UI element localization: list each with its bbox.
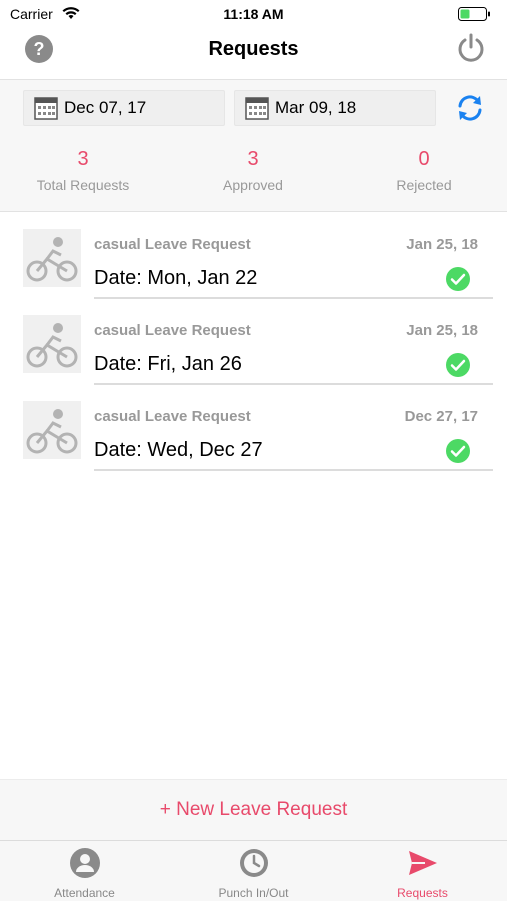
stat-label: Total Requests bbox=[36, 177, 130, 193]
stat-total-requests: 3 Total Requests bbox=[0, 148, 168, 193]
list-item[interactable]: casual Leave Request Dec 27, 17 Date: We… bbox=[0, 385, 507, 471]
clock-time: 11:18 AM bbox=[223, 6, 284, 22]
status-bar: Carrier 11:18 AM bbox=[0, 0, 507, 28]
request-date: Dec 27, 17 bbox=[404, 408, 478, 425]
from-date-value: Dec 07, 17 bbox=[64, 98, 147, 117]
approved-check-icon bbox=[445, 266, 471, 297]
tab-label: Punch In/Out bbox=[218, 886, 289, 900]
stat-label: Approved bbox=[223, 177, 283, 193]
bicycle-icon bbox=[23, 315, 81, 373]
tab-punch-in-out[interactable]: Punch In/Out bbox=[169, 847, 338, 900]
request-date: Jan 25, 18 bbox=[406, 236, 478, 253]
new-leave-request-button[interactable]: + New Leave Request bbox=[0, 779, 507, 840]
stat-approved: 3 Approved bbox=[168, 148, 338, 193]
approved-check-icon bbox=[445, 438, 471, 469]
stat-count: 0 bbox=[418, 148, 430, 170]
paper-plane-icon bbox=[407, 851, 439, 883]
to-date-value: Mar 09, 18 bbox=[275, 98, 357, 117]
clock-icon bbox=[238, 849, 270, 883]
battery-icon bbox=[458, 7, 492, 26]
to-date-picker[interactable]: Mar 09, 18 bbox=[234, 90, 436, 126]
bicycle-icon bbox=[23, 229, 81, 287]
tab-bar: Attendance Punch In/Out Requests bbox=[0, 840, 507, 901]
request-type: casual Leave Request bbox=[94, 322, 251, 339]
leave-date: Date: Wed, Dec 27 bbox=[94, 439, 263, 461]
from-date-picker[interactable]: Dec 07, 17 bbox=[23, 90, 225, 126]
power-icon[interactable] bbox=[456, 32, 486, 69]
date-range-bar: Dec 07, 17 Mar 09, 18 bbox=[0, 79, 507, 135]
tab-label: Requests bbox=[397, 886, 448, 900]
stat-label: Rejected bbox=[396, 177, 452, 193]
leave-date: Date: Mon, Jan 22 bbox=[94, 267, 258, 289]
request-type: casual Leave Request bbox=[94, 236, 251, 253]
person-icon bbox=[69, 848, 101, 883]
tab-label: Attendance bbox=[54, 886, 115, 900]
nav-bar: ? Requests bbox=[0, 28, 507, 78]
calendar-icon bbox=[245, 96, 269, 125]
page-title: Requests bbox=[208, 38, 299, 60]
request-date: Jan 25, 18 bbox=[406, 322, 478, 339]
stat-count: 3 bbox=[247, 148, 259, 170]
summary-panel: 3 Total Requests 3 Approved 0 Rejected bbox=[0, 134, 507, 212]
row-divider bbox=[94, 469, 493, 471]
request-list: casual Leave Request Jan 25, 18 Date: Mo… bbox=[0, 213, 507, 471]
stat-rejected: 0 Rejected bbox=[339, 148, 507, 193]
leave-date: Date: Fri, Jan 26 bbox=[94, 353, 242, 375]
approved-check-icon bbox=[445, 352, 471, 383]
tab-attendance[interactable]: Attendance bbox=[0, 847, 169, 900]
refresh-icon[interactable] bbox=[455, 93, 485, 128]
list-item[interactable]: casual Leave Request Jan 25, 18 Date: Fr… bbox=[0, 299, 507, 385]
request-type: casual Leave Request bbox=[94, 408, 251, 425]
list-item[interactable]: casual Leave Request Jan 25, 18 Date: Mo… bbox=[0, 213, 507, 299]
calendar-icon bbox=[34, 96, 58, 125]
bicycle-icon bbox=[23, 401, 81, 459]
tab-requests[interactable]: Requests bbox=[338, 847, 507, 900]
stat-count: 3 bbox=[77, 148, 89, 170]
